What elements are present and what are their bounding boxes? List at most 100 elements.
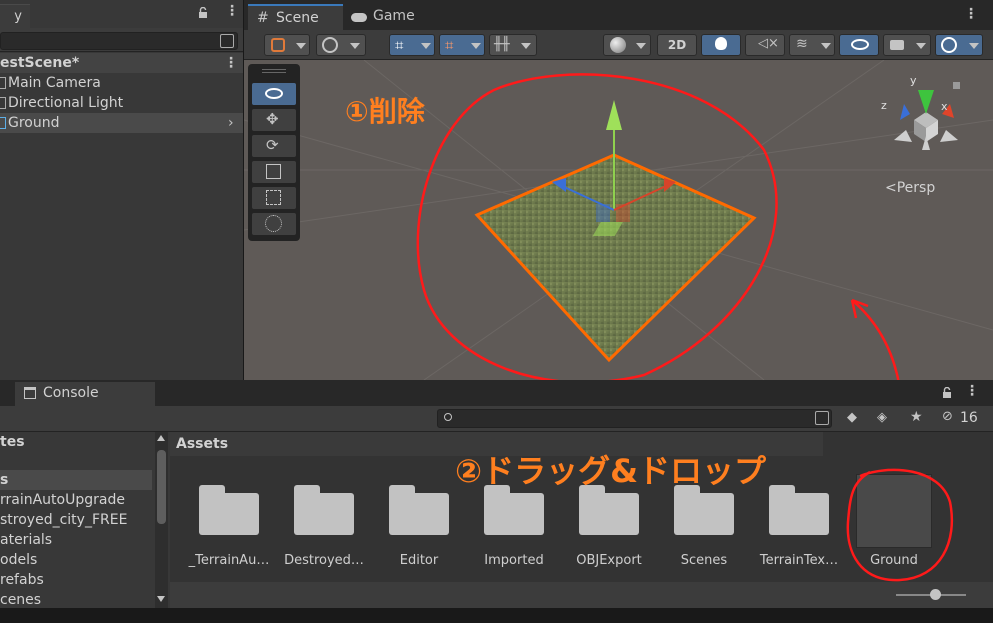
grid-visibility-dropdown[interactable]: ╫╫ [489,34,537,56]
rect-icon [266,190,281,205]
folder-icon[interactable] [484,485,544,535]
tree-favorites[interactable]: tes [0,432,152,452]
view-tool-button[interactable] [252,83,296,105]
annotation-step1: ①削除 [345,95,425,128]
move-tool-button[interactable]: ✥ [252,109,296,131]
hidden-count: 16 [960,410,978,426]
folder-icon[interactable] [579,485,639,535]
rotate-icon: ⟳ [266,136,279,154]
palette-handle[interactable] [262,69,286,73]
camera-dropdown[interactable] [883,34,931,56]
folder-icon[interactable] [769,485,829,535]
tree-item[interactable]: rrainAutoUpgrade [0,490,152,510]
rotate-tool-button[interactable]: ⟳ [252,135,296,157]
move-icon: ✥ [266,110,279,128]
gizmo-icon [941,37,957,53]
effects-dropdown[interactable]: ≋ [789,34,835,56]
transform-icon [265,215,282,232]
asset-label: Destroyed… [284,553,364,568]
tree-item[interactable]: aterials [0,530,152,550]
annotation-arrow [850,298,904,471]
asset-label: Imported [484,553,544,568]
audio-toggle-button[interactable]: ◁× [745,34,785,56]
project-menu-icon[interactable]: ⋮ [965,383,979,399]
scene-menu-icon[interactable]: ⋮ [964,6,978,22]
scene-row[interactable]: estScene* ⋮ [0,53,243,73]
gizmos-dropdown[interactable] [935,34,983,56]
annotation-circle-2 [846,468,954,582]
folder-icon[interactable] [199,485,259,535]
lock-icon[interactable] [942,386,952,398]
tree-assets[interactable]: s [0,470,152,490]
bottom-bar [0,608,993,623]
hierarchy-item-ground[interactable]: Ground › [0,113,243,133]
snap-increment-button[interactable]: ⌗ [439,34,485,56]
chevron-right-icon[interactable]: › [228,113,234,133]
zoom-slider[interactable] [896,589,966,600]
hierarchy-item-directional-light[interactable]: Directional Light [0,93,243,113]
tree-item-label: aterials [0,532,53,548]
tree-item-label: odels [0,552,38,568]
tree-item-label: s [0,472,9,488]
lock-view-icon [953,82,960,89]
axis-label-x: x [941,100,948,113]
zoom-slider-thumb[interactable] [930,589,941,600]
shading-sphere-icon [610,37,626,53]
transform-tool-button[interactable] [252,213,296,235]
projection-label[interactable]: <Persp [885,180,935,196]
scroll-thumb[interactable] [157,450,166,524]
hierarchy-tab[interactable]: y [0,4,30,28]
camera-icon [890,40,904,50]
grid-icon: # [257,10,269,26]
grid-snap-button[interactable]: ⌗ [389,34,435,56]
axis-label-y: y [910,74,917,87]
tree-item-label: rrainAutoUpgrade [0,492,125,508]
tree-item[interactable]: stroyed_city_FREE [0,510,152,530]
hierarchy-item-main-camera[interactable]: Main Camera [0,73,243,93]
search-options-icon[interactable] [815,411,829,425]
tree-item[interactable]: refabs [0,570,152,590]
scale-icon [266,164,281,179]
folder-icon[interactable] [389,485,449,535]
layers-icon: ≋ [796,36,808,52]
tab-console[interactable]: Console [15,382,155,406]
hierarchy-search-input[interactable] [0,32,238,50]
folder-icon[interactable] [674,485,734,535]
tab-console-label: Console [43,385,99,401]
folder-icon[interactable] [294,485,354,535]
tree-item[interactable]: odels [0,550,152,570]
favorite-star-icon[interactable]: ★ [910,409,923,425]
tree-item[interactable]: cenes [0,590,152,610]
asset-label: TerrainTex… [759,553,839,568]
scene-name: estScene* [0,55,80,71]
hierarchy-menu-icon[interactable]: ⋮ [225,3,239,19]
lock-icon[interactable] [198,6,208,18]
hierarchy-item-label: Main Camera [8,75,101,91]
2d-toggle-button[interactable]: 2D [657,34,697,56]
draw-mode-dropdown[interactable] [264,34,310,56]
scene-menu-icon[interactable]: ⋮ [224,53,238,73]
rect-tool-button[interactable] [252,187,296,209]
hidden-packages-icon[interactable]: ⊘ [942,409,953,424]
orientation-gizmo [894,90,958,150]
axis-label-z: z [881,99,887,112]
search-options-icon[interactable] [220,34,234,48]
snap-increment-icon: ⌗ [445,36,454,54]
lighting-toggle-button[interactable] [701,34,741,56]
tab-game-label: Game [373,8,415,24]
tab-game[interactable]: Game [345,4,425,30]
scale-tool-button[interactable] [252,161,296,183]
hierarchy-item-label: Directional Light [8,95,124,111]
tree-scrollbar[interactable] [155,432,168,608]
hierarchy-item-label: Ground [8,115,60,131]
shading-mode-dropdown[interactable] [603,34,651,56]
console-icon [24,387,36,399]
search-icon [444,413,452,421]
scene-visibility-button[interactable] [839,34,879,56]
filter-by-label-icon[interactable]: ◈ [877,410,887,425]
asset-label: OBJExport [576,553,642,568]
tab-scene[interactable]: # Scene [248,4,343,30]
project-search-input[interactable] [437,409,832,428]
filter-by-type-icon[interactable]: ◆ [847,410,857,425]
global-dropdown[interactable] [316,34,366,56]
